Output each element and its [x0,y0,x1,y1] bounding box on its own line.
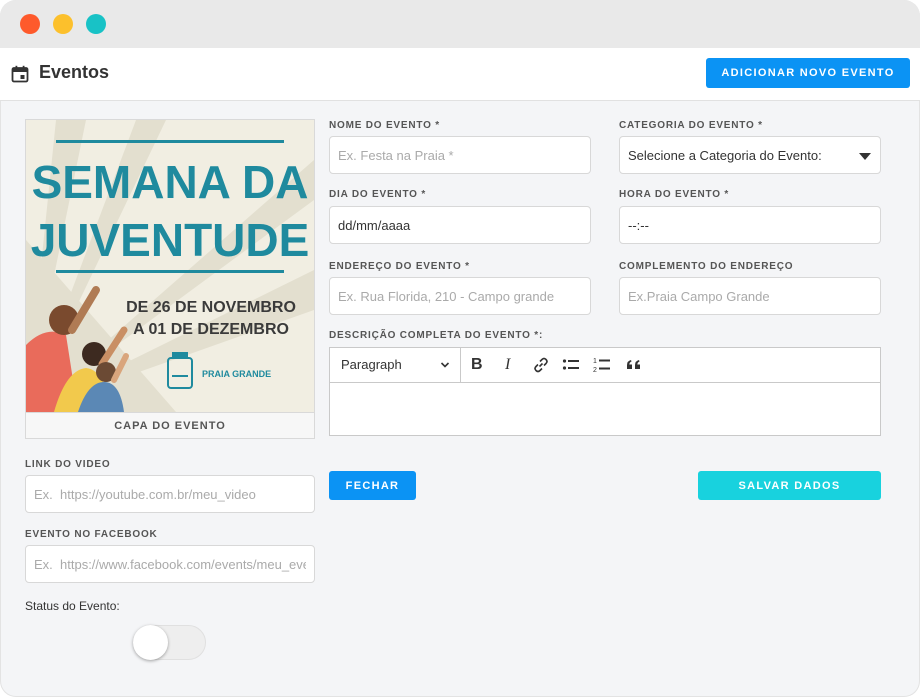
bullet-list-icon[interactable] [562,356,580,374]
cover-caption: CAPA DO EVENTO [26,412,314,438]
description-label: DESCRIÇÃO COMPLETA DO EVENTO *: [329,330,544,341]
title-bar [0,0,920,48]
bold-icon[interactable]: B [471,356,483,374]
blockquote-icon[interactable] [625,356,643,374]
address-complement-label: COMPLEMENTO DO ENDEREÇO [619,261,794,272]
numbered-list-icon[interactable]: 1 2 [593,356,611,374]
facebook-event-input[interactable] [25,545,315,583]
close-window-button[interactable] [20,14,40,34]
zoom-window-button[interactable] [86,14,106,34]
page-title: Eventos [39,62,110,82]
poster-date-line1: DE 26 DE NOVEMBRO [126,299,296,316]
event-status-toggle[interactable] [133,625,206,660]
event-address-input[interactable] [329,277,591,315]
add-new-event-button[interactable]: ADICIONAR NOVO EVENTO [706,58,910,88]
facebook-event-label: EVENTO NO FACEBOOK [25,529,158,540]
event-cover-image: SEMANA DA JUVENTUDE DE 26 DE NOVEMBRO A … [26,120,314,412]
toggle-knob [133,625,168,660]
video-link-label: LINK DO VIDEO [25,459,111,470]
event-time-value: --:-- [628,218,649,233]
link-icon[interactable] [532,356,550,374]
event-name-label: NOME DO EVENTO * [329,120,440,131]
chevron-down-icon [440,362,450,368]
poster-title-line1: SEMANA DA [32,156,309,208]
address-complement-input[interactable] [619,277,881,315]
event-cover-card[interactable]: SEMANA DA JUVENTUDE DE 26 DE NOVEMBRO A … [25,119,315,439]
event-category-value: Selecione a Categoria do Evento: [628,148,822,163]
event-day-input[interactable]: dd/mm/aaaa [329,206,591,244]
page-header: Eventos ADICIONAR NOVO EVENTO [0,48,920,101]
event-day-label: DIA DO EVENTO * [329,189,427,200]
event-category-select[interactable]: Selecione a Categoria do Evento: [619,136,881,174]
calendar-icon [11,65,29,83]
event-status-label: Status do Evento: [25,599,120,613]
editor-toolbar: Paragraph B I 1 2 [330,348,880,383]
event-address-label: ENDEREÇO DO EVENTO * [329,261,470,272]
description-editor: Paragraph B I 1 2 [329,347,881,436]
event-day-value: dd/mm/aaaa [338,218,411,233]
poster-date-line2: A 01 DE DEZEMBRO [133,321,289,338]
svg-text:2: 2 [593,367,597,374]
close-button[interactable]: FECHAR [329,471,416,500]
event-time-label: HORA DO EVENTO * [619,189,730,200]
svg-text:1: 1 [593,358,597,365]
poster-brand: PRAIA GRANDE [202,369,271,379]
event-time-input[interactable]: --:-- [619,206,881,244]
paragraph-format-select[interactable]: Paragraph [330,348,461,382]
poster-title-line2: JUVENTUDE [31,214,310,266]
minimize-window-button[interactable] [53,14,73,34]
video-link-input[interactable] [25,475,315,513]
italic-icon[interactable]: I [505,356,510,374]
event-name-input[interactable] [329,136,591,174]
paragraph-format-value: Paragraph [341,357,402,372]
app-window: Eventos ADICIONAR NOVO EVENTO SEMANA DA … [0,0,920,697]
event-category-label: CATEGORIA DO EVENTO * [619,120,763,131]
caret-down-icon [859,153,871,160]
save-data-button[interactable]: SALVAR DADOS [698,471,881,500]
